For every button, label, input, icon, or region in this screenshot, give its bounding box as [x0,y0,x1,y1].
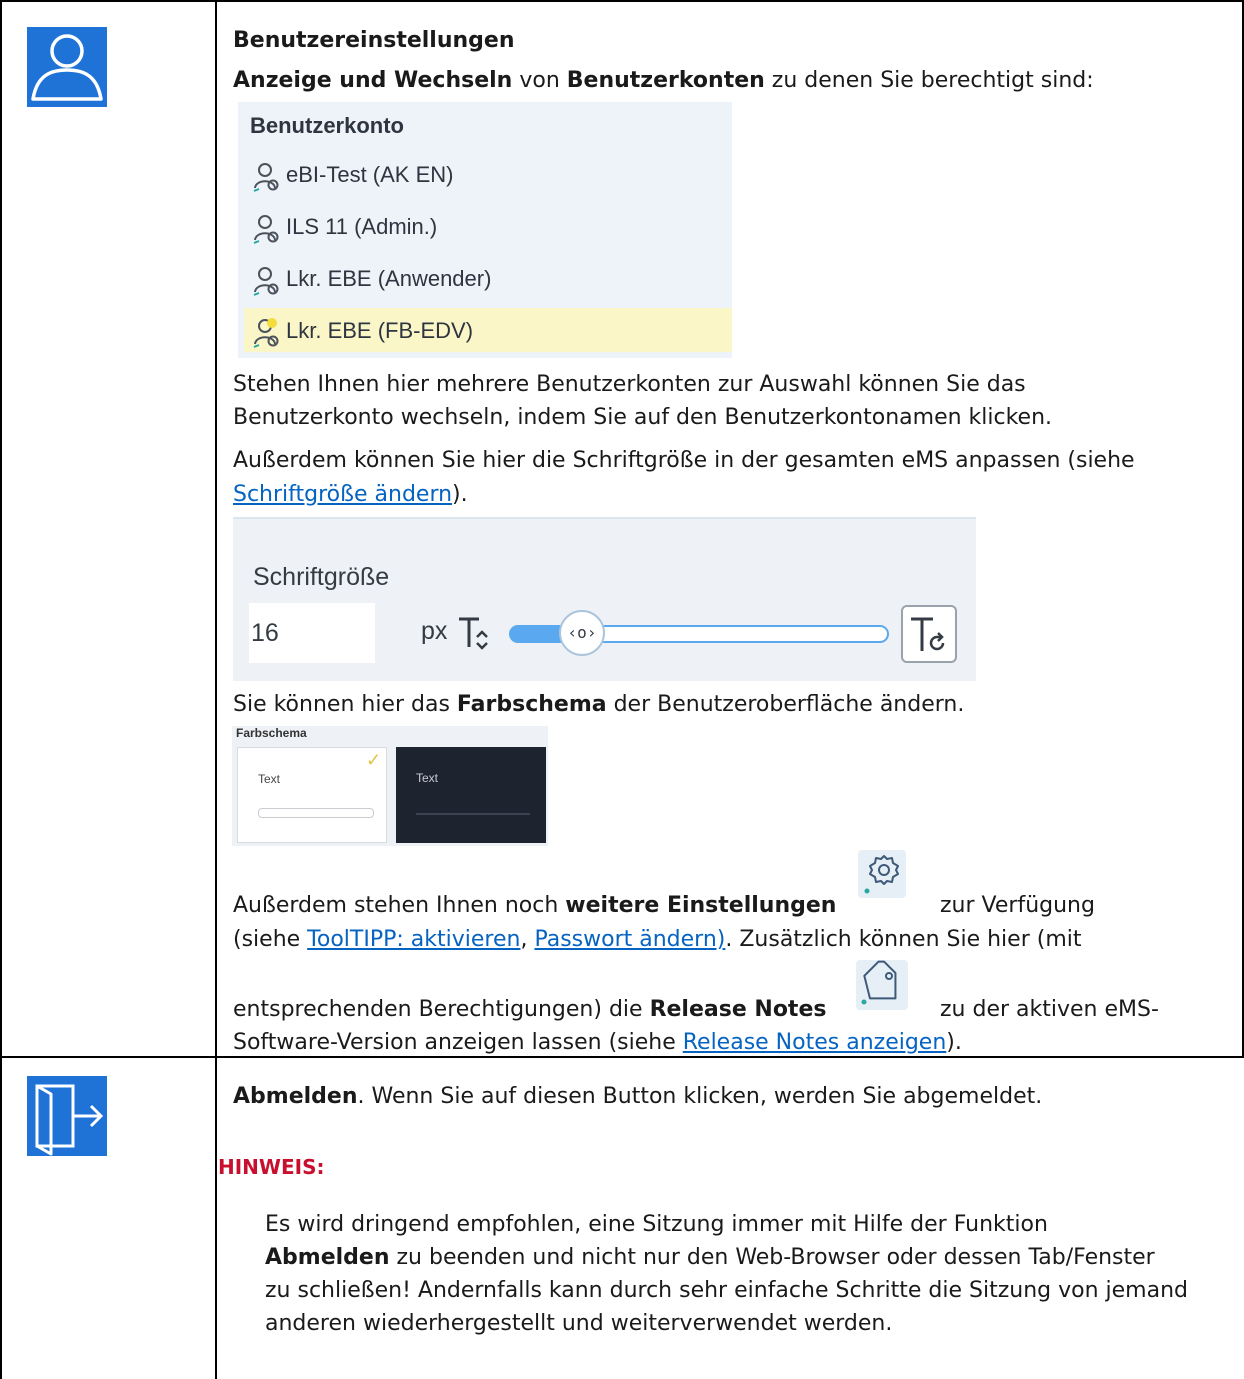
link-passwort[interactable]: Passwort ändern) [534,927,725,952]
scheme-light-text: Text [258,772,281,786]
gear-icon [858,850,906,898]
scheme-bold: Farbschema [456,692,607,717]
settings-line-end: zur Verfügung [940,893,1095,918]
table-column-divider [215,0,217,1379]
account-label: eBI-Test (AK EN) [286,162,454,187]
release-line2-start: Software-Version anzeigen lassen (siehe [233,1030,683,1055]
release-links-line: Software-Version anzeigen lassen (siehe … [233,1028,962,1058]
note-line: Abmelden zu beenden und nicht nur den We… [265,1243,1155,1273]
font-size-unit: px [421,617,448,645]
intro-bold-1: Anzeige und Wechseln [233,68,513,93]
account-label: Lkr. EBE (Anwender) [286,266,492,291]
account-list-header: Benutzerkonto [238,102,732,153]
settings-text-line: Außerdem stehen Ihnen noch weitere Einst… [233,891,836,921]
user-icon [27,27,107,107]
logout-text: . Wenn Sie auf diesen Button klicken, we… [357,1084,1043,1109]
note-line-2-end: zu beenden und nicht nur den Web-Browser… [389,1245,1155,1270]
account-item[interactable]: Lkr. EBE (Anwender) [238,256,732,309]
scheme-line-start: Sie können hier das [233,692,457,717]
scheme-line-end: der Benutzeroberfläche ändern. [606,692,965,717]
settings-links-line: (siehe ToolTIPP: aktivieren, Passwort än… [233,925,1082,955]
user-account-icon [250,264,284,298]
release-line2-end: ). [946,1030,962,1055]
color-scheme-panel: Farbschema Text ✓ Text [232,726,548,846]
intro-bold-2: Benutzerkonten [566,68,765,93]
release-line-end: zu der aktiven eMS- [940,997,1159,1022]
note-line: anderen wiederhergestellt und weiterverw… [265,1311,893,1336]
link-schriftgroesse[interactable]: Schriftgröße ändern [233,482,452,507]
note-bold: Abmelden [265,1245,390,1270]
scheme-text-line: Sie können hier das Farbschema der Benut… [233,690,964,720]
intro-line: Anzeige und Wechseln von Benutzerkonten … [233,66,1094,96]
release-line-start: entsprechenden Berechtigungen) die [233,997,650,1022]
settings-comma: , [520,927,535,952]
release-bold: Release Notes [649,997,827,1022]
check-icon: ✓ [366,750,382,770]
link-tooltipp[interactable]: ToolTIPP: aktivieren [307,927,520,952]
logout-line: Abmelden. Wenn Sie auf diesen Button kli… [233,1082,1042,1112]
font-text-line-2: Schriftgröße ändern). [233,480,468,510]
font-size-panel: Schriftgröße 16 px ‹o› [233,517,976,681]
settings-line2-start: (siehe [233,927,308,952]
note-line: Es wird dringend empfohlen, eine Sitzung… [265,1212,1048,1237]
slider-thumb[interactable]: ‹o› [559,610,605,656]
account-item[interactable]: ILS 11 (Admin.) [238,204,732,257]
font-size-input[interactable]: 16 [249,603,375,663]
account-item-active[interactable]: Lkr. EBE (FB-EDV) [238,308,732,358]
font-size-slider[interactable]: ‹o› [509,610,891,656]
user-account-icon-active [250,316,284,350]
account-label: ILS 11 (Admin.) [286,214,438,239]
table-left-border [0,0,2,1379]
settings-line2-end: . Zusätzlich können Sie hier (mit [725,927,1082,952]
color-scheme-label: Farbschema [236,726,307,740]
scheme-option-dark[interactable]: Text [396,747,546,843]
font-text-line: Außerdem können Sie hier die Schriftgröß… [233,448,1135,473]
account-header-label: Benutzerkonto [250,113,404,138]
switch-text-line: Benutzerkonto wechseln, indem Sie auf de… [233,405,1053,430]
reset-font-size-button[interactable] [901,605,957,663]
logout-icon [27,1076,107,1156]
settings-line-start: Außerdem stehen Ihnen noch [233,893,566,918]
text-size-icon [455,613,495,653]
account-item[interactable]: eBI-Test (AK EN) [238,152,732,205]
tag-icon [856,960,908,1010]
scheme-dark-bar [416,813,530,815]
reset-text-size-icon [911,617,945,651]
note-label: HINWEIS: [218,1155,325,1179]
font-line-end: ). [452,482,468,507]
scheme-dark-text: Text [416,771,439,785]
section-title: Benutzereinstellungen [233,28,515,53]
font-size-label: Schriftgröße [253,563,390,591]
logout-bold: Abmelden [233,1084,358,1109]
link-release-notes[interactable]: Release Notes anzeigen [683,1030,947,1055]
intro-text-1: von [512,68,567,93]
intro-text-2: zu denen Sie berechtigt sind: [764,68,1094,93]
release-text-line: entsprechenden Berechtigungen) die Relea… [233,995,826,1025]
scheme-option-light[interactable]: Text ✓ [237,747,387,843]
settings-bold: weitere Einstellungen [565,893,837,918]
user-account-icon [250,160,284,194]
table-top-border [0,0,1244,2]
user-account-icon [250,212,284,246]
scheme-light-bar [258,808,374,818]
account-label: Lkr. EBE (FB-EDV) [286,318,474,343]
note-line: zu schließen! Andernfalls kann durch seh… [265,1278,1189,1303]
switch-text-line: Stehen Ihnen hier mehrere Benutzerkonten… [233,372,1026,397]
